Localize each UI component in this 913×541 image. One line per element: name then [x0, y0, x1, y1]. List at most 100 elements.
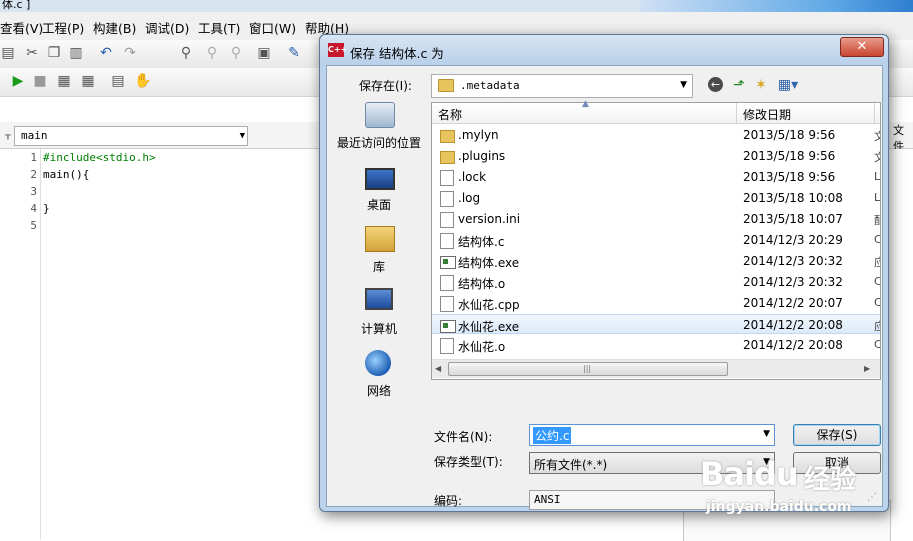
- menu-build[interactable]: 构建(B): [93, 18, 136, 37]
- file-name: 水仙花.cpp: [458, 298, 520, 312]
- build-icon[interactable]: ▦: [80, 73, 96, 89]
- file-row[interactable]: 水仙花.exe 2014/12/2 20:08 应: [432, 314, 880, 334]
- find-next-icon[interactable]: ⚲: [204, 45, 220, 61]
- column-divider[interactable]: [874, 103, 875, 123]
- network-icon: [365, 350, 391, 376]
- chevron-down-icon[interactable]: ▼: [763, 429, 770, 439]
- hand-icon[interactable]: ✋: [134, 73, 151, 89]
- compile-icon[interactable]: ▦: [56, 73, 72, 89]
- column-header-name[interactable]: 名称: [438, 106, 462, 123]
- close-icon[interactable]: ✕: [840, 37, 884, 57]
- menu-tools[interactable]: 工具(T): [198, 18, 240, 37]
- place-label: 最近访问的位置: [336, 136, 421, 150]
- line-number: 2: [30, 168, 37, 181]
- place-library[interactable]: 库: [331, 226, 427, 286]
- file-row[interactable]: 水仙花.o 2014/12/2 20:08 C: [432, 335, 880, 355]
- file-type: 配: [874, 214, 880, 227]
- recent-places-icon: [365, 102, 395, 128]
- menu-window[interactable]: 窗口(W): [249, 18, 296, 37]
- save-all-icon[interactable]: ▤: [0, 45, 16, 61]
- place-label: 计算机: [360, 322, 397, 336]
- menu-view[interactable]: 查看(V): [0, 18, 43, 37]
- file-name: .lock: [458, 170, 487, 184]
- place-label: 网络: [366, 384, 391, 398]
- function-combo-value: main: [21, 129, 48, 142]
- file-row[interactable]: .log 2013/5/18 10:08 L: [432, 188, 880, 208]
- up-folder-icon[interactable]: ⬏: [730, 76, 748, 94]
- run-icon[interactable]: ▶: [10, 73, 26, 89]
- line-number: 3: [30, 185, 37, 198]
- grip-icon: |||: [583, 364, 592, 373]
- settings-file-icon: [440, 212, 454, 228]
- scrollbar-thumb[interactable]: |||: [448, 362, 728, 376]
- dialog-title: 保存 结构体.c 为: [350, 46, 444, 61]
- place-computer[interactable]: 计算机: [331, 288, 427, 348]
- file-type: C: [874, 338, 880, 351]
- new-folder-icon[interactable]: ✶: [752, 76, 770, 94]
- filetype-value: 所有文件(*.*): [534, 458, 608, 472]
- file-list-header: ▲ 名称 修改日期: [432, 99, 880, 124]
- menu-debug[interactable]: 调试(D): [145, 18, 189, 37]
- back-icon[interactable]: ←: [708, 77, 723, 92]
- file-name: .plugins: [458, 149, 506, 163]
- place-network[interactable]: 网络: [331, 350, 427, 410]
- save-button[interactable]: 保存(S): [793, 424, 881, 446]
- file-row[interactable]: .plugins 2013/5/18 9:56 文: [432, 146, 880, 166]
- file-row[interactable]: version.ini 2013/5/18 10:07 配: [432, 209, 880, 229]
- views-menu-icon[interactable]: ▦▾: [776, 76, 800, 94]
- file-row[interactable]: 结构体.exe 2014/12/3 20:32 应: [432, 251, 880, 271]
- sort-arrow-icon: ▲: [582, 99, 589, 109]
- encoding-value: ANSI: [534, 493, 561, 506]
- dialog-title-bar[interactable]: C++ 保存 结构体.c 为 ✕: [320, 35, 888, 65]
- stop-icon[interactable]: ■: [32, 73, 48, 89]
- cut-icon[interactable]: ✂: [24, 45, 40, 61]
- place-desktop[interactable]: 桌面: [331, 164, 427, 224]
- save-in-label: 保存在(I):: [359, 79, 412, 93]
- find-prev-icon[interactable]: ⚲: [228, 45, 244, 61]
- filename-field[interactable]: 公约.c ▼: [529, 424, 775, 446]
- file-row[interactable]: 水仙花.cpp 2014/12/2 20:07 C: [432, 293, 880, 313]
- format-icon[interactable]: ✎: [286, 45, 302, 61]
- computer-icon: [365, 288, 393, 310]
- file-list[interactable]: ▲ 名称 修改日期 .mylyn 2013/5/18 9:56 文 .plugins 2…: [431, 99, 881, 380]
- scroll-right-icon[interactable]: ▶: [864, 364, 870, 373]
- file-date: 2013/5/18 10:08: [743, 191, 843, 205]
- file-type: 文: [874, 151, 880, 164]
- file-icon: [440, 233, 454, 249]
- file-name: 结构体.o: [458, 277, 506, 291]
- horizontal-scrollbar[interactable]: ◀ ||| ▶: [432, 359, 880, 378]
- encoding-label: 编码:: [434, 494, 463, 508]
- files-tab[interactable]: 文件: [893, 122, 913, 153]
- copy-icon[interactable]: ❐: [46, 45, 62, 61]
- column-divider[interactable]: [736, 103, 737, 123]
- chevron-down-icon: ▼: [239, 131, 245, 141]
- file-icon: [440, 191, 454, 207]
- redo-icon[interactable]: ↷: [122, 45, 138, 61]
- filetype-label: 保存类型(T):: [434, 455, 503, 469]
- scroll-left-icon[interactable]: ◀: [435, 364, 441, 373]
- file-type: 文: [874, 130, 880, 143]
- ide-title-text: 体.c ]: [2, 0, 31, 11]
- column-header-date[interactable]: 修改日期: [743, 106, 791, 123]
- menu-project[interactable]: 工程(P): [42, 18, 84, 37]
- options-icon[interactable]: ▤: [110, 73, 126, 89]
- file-name: 水仙花.exe: [458, 320, 520, 334]
- file-icon: [440, 275, 454, 291]
- file-row[interactable]: .lock 2013/5/18 9:56 L: [432, 167, 880, 187]
- file-row[interactable]: .mylyn 2013/5/18 9:56 文: [432, 125, 880, 145]
- paste-icon[interactable]: ▥: [68, 45, 84, 61]
- desktop-icon: [365, 168, 395, 190]
- file-row[interactable]: 结构体.o 2014/12/3 20:32 C: [432, 272, 880, 292]
- place-recent[interactable]: 最近访问的位置: [331, 102, 427, 162]
- code-line: }: [43, 202, 50, 215]
- file-date: 2013/5/18 10:07: [743, 212, 843, 226]
- save-in-combo[interactable]: .metadata ▼: [431, 74, 693, 98]
- file-type: 应: [874, 320, 880, 333]
- undo-icon[interactable]: ↶: [98, 45, 114, 61]
- find-icon[interactable]: ⚲: [178, 45, 194, 61]
- code-line: #include<stdio.h>: [43, 151, 156, 164]
- line-number: 4: [30, 202, 37, 215]
- file-row[interactable]: 结构体.c 2014/12/3 20:29 C: [432, 230, 880, 250]
- bookmark-icon[interactable]: ▣: [256, 45, 272, 61]
- function-combo[interactable]: main ▼: [14, 126, 248, 146]
